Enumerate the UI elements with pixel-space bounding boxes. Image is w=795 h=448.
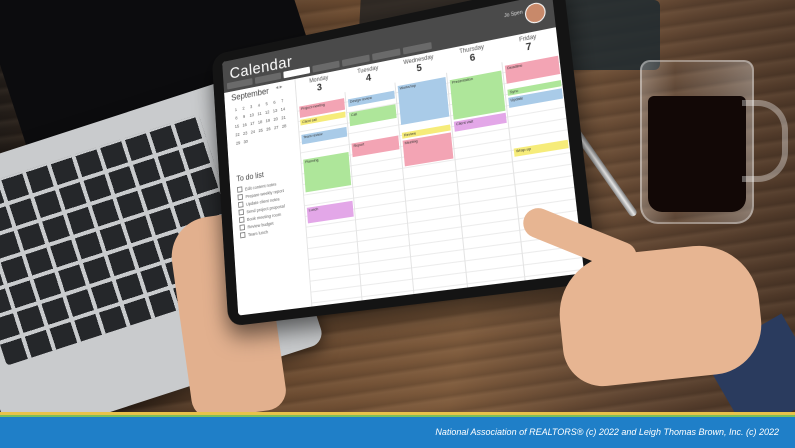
footer-green-stripe	[0, 415, 795, 417]
event[interactable]: Meeting	[402, 132, 454, 167]
user-name: Jo Spen	[503, 9, 524, 20]
event[interactable]: Call	[348, 104, 397, 127]
event[interactable]: Team review	[301, 126, 348, 145]
todo-checkbox[interactable]	[237, 186, 243, 193]
todo-checkbox[interactable]	[237, 201, 244, 208]
todo-checkbox[interactable]	[239, 224, 246, 231]
mini-calendar-day[interactable]: 30	[242, 137, 250, 147]
todo-checkbox[interactable]	[238, 209, 245, 216]
photo-background: Calendar Jo Spen September ◂ ▸ 123456789…	[0, 0, 795, 412]
event[interactable]: Wrap-up	[513, 139, 569, 157]
event[interactable]: Deadline	[504, 55, 561, 84]
event[interactable]: Presentation	[449, 70, 506, 120]
tablet: Calendar Jo Spen September ◂ ▸ 123456789…	[211, 0, 611, 336]
event[interactable]: Planning	[303, 151, 352, 193]
event[interactable]: Workshop	[397, 77, 450, 126]
avatar[interactable]	[524, 0, 547, 25]
todo-checkbox[interactable]	[237, 193, 244, 201]
copyright-text: National Association of REALTORS® (c) 20…	[435, 427, 779, 437]
todo-item-label: Team lunch	[247, 228, 269, 237]
mug-handle	[742, 100, 788, 182]
todo-checkbox[interactable]	[239, 231, 246, 239]
mini-calendar-day[interactable]: 28	[280, 121, 289, 131]
event[interactable]: Lunch	[306, 200, 354, 224]
todo-checkbox[interactable]	[238, 216, 245, 224]
mini-calendar-nav[interactable]: ◂ ▸	[275, 83, 282, 91]
coffee	[648, 96, 746, 212]
coffee-mug	[640, 60, 754, 224]
todo-list: Edit content notes Prepare weekly report U…	[237, 179, 287, 240]
event[interactable]: Report	[351, 135, 400, 158]
